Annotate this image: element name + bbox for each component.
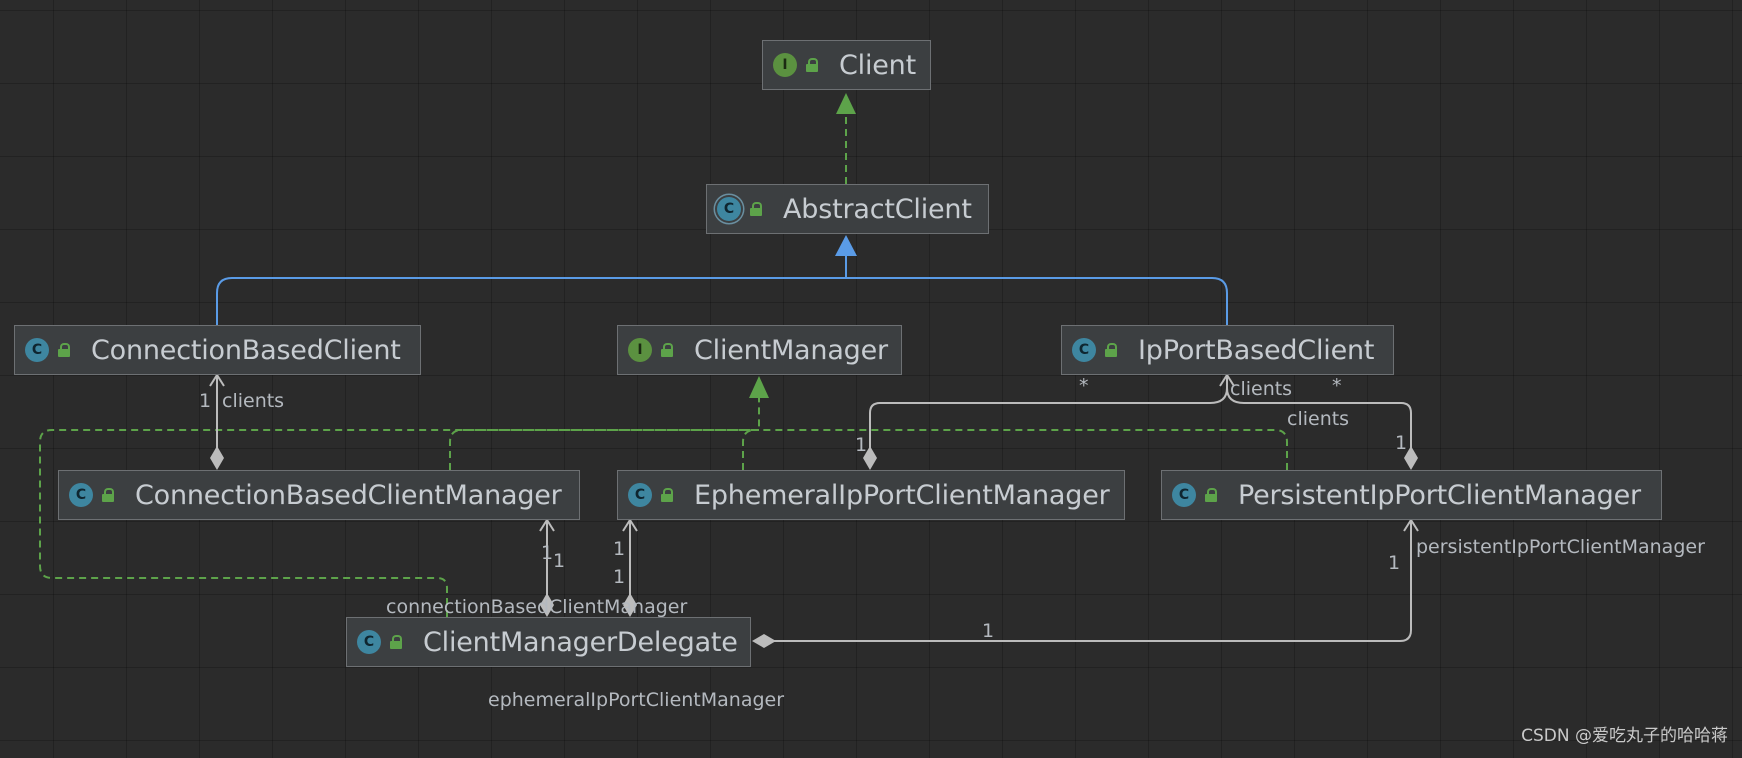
multiplicity-star-label: * [1332, 375, 1342, 397]
node-connection-based-client-manager-label: ConnectionBasedClientManager [135, 479, 562, 511]
extends-line-connectionbasedclient [216, 256, 847, 325]
role-label: clients [222, 390, 285, 412]
aggregation-diamond-cbcm [210, 446, 224, 470]
abstract-class-icon: C [717, 197, 741, 221]
extends-line-ipportbasedclient [846, 277, 1228, 325]
multiplicity-label: 1 [541, 542, 554, 564]
role-label: persistentIpPortClientManager [1416, 536, 1705, 558]
implements-line-ephemeralclientmanager [742, 429, 759, 470]
class-icon: C [357, 630, 381, 654]
node-ephemeral-ip-port-client-manager-label: EphemeralIpPortClientManager [694, 479, 1110, 511]
node-client-manager-label: ClientManager [694, 334, 888, 366]
role-label: connectionBasedClientManager [386, 596, 688, 618]
public-lock-icon [1204, 488, 1218, 502]
multiplicity-label: 1 [982, 620, 995, 642]
public-lock-icon [1104, 343, 1118, 357]
multiplicity-label: 1 [553, 550, 566, 572]
assoc-line-delegate-persistent [760, 520, 1412, 642]
multiplicity-label: 1 [613, 538, 626, 560]
interface-icon: I [773, 53, 797, 77]
multiplicity-label: 1 [1395, 432, 1408, 454]
multiplicity-label: 1 [855, 434, 868, 456]
implements-line-persistentclientmanager [759, 429, 1288, 470]
multiplicity-label: 1 [613, 566, 626, 588]
node-abstract-client[interactable]: C AbstractClient [706, 184, 989, 234]
class-icon: C [25, 338, 49, 362]
implements-line-connectionbasedclientmanager [449, 398, 760, 470]
relationship-lines [39, 93, 1419, 648]
node-ephemeral-ip-port-client-manager[interactable]: C EphemeralIpPortClientManager [617, 470, 1125, 520]
multiplicity-label: 1 [199, 390, 212, 412]
role-label: ephemeralIpPortClientManager [488, 689, 785, 711]
role-label: clients [1287, 408, 1350, 430]
extends-arrowhead-abstractclient [835, 235, 857, 256]
public-lock-icon [57, 343, 71, 357]
public-lock-icon [660, 343, 674, 357]
node-ip-port-based-client[interactable]: C IpPortBasedClient [1061, 325, 1394, 375]
class-icon: C [1172, 483, 1196, 507]
implements-arrowhead-client [836, 93, 856, 114]
class-icon: C [69, 483, 93, 507]
node-connection-based-client-label: ConnectionBasedClient [91, 334, 401, 366]
node-connection-based-client-manager[interactable]: C ConnectionBasedClientManager [58, 470, 580, 520]
public-lock-icon [389, 635, 403, 649]
node-client-manager-delegate[interactable]: C ClientManagerDelegate [346, 617, 751, 667]
class-icon: C [628, 483, 652, 507]
node-persistent-ip-port-client-manager-label: PersistentIpPortClientManager [1238, 479, 1641, 511]
implements-line-clientmanagerdelegate [39, 429, 759, 617]
node-persistent-ip-port-client-manager[interactable]: C PersistentIpPortClientManager [1161, 470, 1662, 520]
node-client-manager-delegate-label: ClientManagerDelegate [423, 626, 738, 658]
aggregation-diamond-delegate-persistent [752, 634, 776, 648]
node-ip-port-based-client-label: IpPortBasedClient [1138, 334, 1375, 366]
node-abstract-client-label: AbstractClient [783, 193, 972, 225]
watermark: CSDN @爱吃丸子的哈哈蒋 [1521, 726, 1728, 746]
implements-arrowhead-clientmanager [749, 376, 769, 398]
role-label: clients [1230, 378, 1293, 400]
multiplicity-label: 1 [1388, 552, 1401, 574]
node-connection-based-client[interactable]: C ConnectionBasedClient [14, 325, 421, 375]
node-client-manager[interactable]: I ClientManager [617, 325, 902, 375]
assoc-line-ephemeral-clients [869, 375, 1228, 448]
interface-icon: I [628, 338, 652, 362]
node-client-label: Client [839, 49, 916, 81]
node-client[interactable]: I Client [762, 40, 931, 90]
class-icon: C [1072, 338, 1096, 362]
public-lock-icon [749, 202, 763, 216]
public-lock-icon [101, 488, 115, 502]
public-lock-icon [660, 488, 674, 502]
public-lock-icon [805, 58, 819, 72]
multiplicity-star-label: * [1079, 375, 1089, 397]
